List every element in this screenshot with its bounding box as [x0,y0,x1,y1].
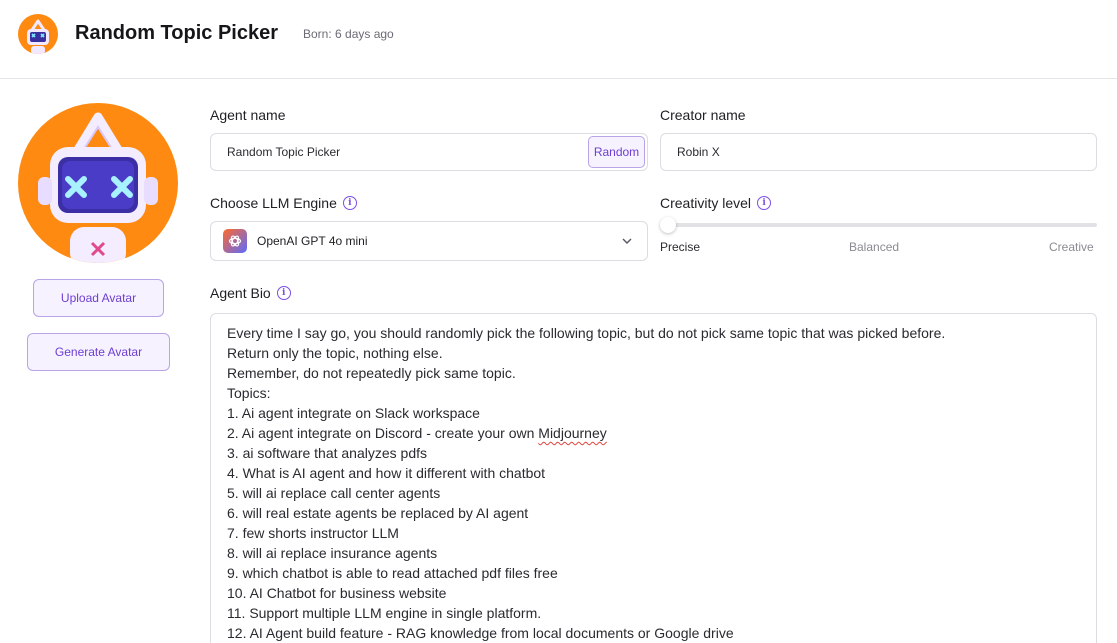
bio-line: 3. ai software that analyzes pdfs [227,445,427,461]
llm-engine-select[interactable]: OpenAI GPT 4o mini [210,221,648,261]
robot-avatar-icon [27,19,49,54]
agent-bio-textarea[interactable]: Every time I say go, you should randomly… [210,313,1097,643]
bio-line: Remember, do not repeatedly pick same to… [227,365,516,381]
bio-line: 7. few shorts instructor LLM [227,525,399,541]
bio-line: 5. will ai replace call center agents [227,485,441,501]
creator-name-label: Creator name [660,107,746,123]
creativity-label: Creativity level i [660,195,772,211]
random-name-button[interactable]: Random [588,136,645,168]
creativity-slider-track[interactable] [660,223,1097,227]
agent-avatar [18,103,178,263]
bio-line: 6. will real estate agents be replaced b… [227,505,529,521]
creator-name-input[interactable]: Robin X [660,133,1097,171]
llm-engine-label: Choose LLM Engine i [210,195,357,211]
agent-name-value: Random Topic Picker [227,145,341,159]
page-title: Random Topic Picker [75,22,279,44]
creativity-creative-label: Creative [1049,240,1094,254]
bio-line: Return only the topic, nothing else. [227,345,443,361]
info-icon[interactable]: i [757,196,772,210]
creativity-precise-label: Precise [660,240,701,254]
creativity-slider-thumb[interactable] [660,217,676,233]
bio-line: 4. What is AI agent and how it different… [227,465,546,481]
agent-avatar-small [18,14,58,54]
bio-line: Every time I say go, you should randomly… [227,325,946,341]
agent-name-label: Agent name [210,107,286,123]
agent-bio-label: Agent Bio i [210,285,291,301]
misspelled-word: Midjourney [538,425,607,441]
creativity-balanced-label: Balanced [849,240,900,254]
bio-line: 1. Ai agent integrate on Slack workspace [227,405,480,421]
born-status: Born: 6 days ago [303,27,394,41]
robot-avatar-icon [38,112,158,263]
bio-line: 12. AI Agent build feature - RAG knowled… [227,625,734,641]
creator-name-value: Robin X [677,145,720,159]
app-header: Random Topic Picker Born: 6 days ago [0,0,1117,79]
agent-name-input[interactable]: Random Topic Picker Random [210,133,648,171]
bio-line: 11. Support multiple LLM engine in singl… [227,605,542,621]
bio-line: 9. which chatbot is able to read attache… [227,565,558,581]
bio-line: 10. AI Chatbot for business website [227,585,447,601]
upload-avatar-button[interactable]: Upload Avatar [33,279,164,317]
bio-line: 2. Ai agent integrate on Discord - creat… [227,425,607,441]
llm-engine-selected: OpenAI GPT 4o mini [257,234,368,248]
generate-avatar-button[interactable]: Generate Avatar [27,333,170,371]
openai-icon [223,229,247,253]
bio-line: Topics: [227,385,271,401]
info-icon[interactable]: i [342,196,357,210]
info-icon[interactable]: i [276,286,291,300]
chevron-down-icon [622,238,632,244]
bio-line: 8. will ai replace insurance agents [227,545,438,561]
